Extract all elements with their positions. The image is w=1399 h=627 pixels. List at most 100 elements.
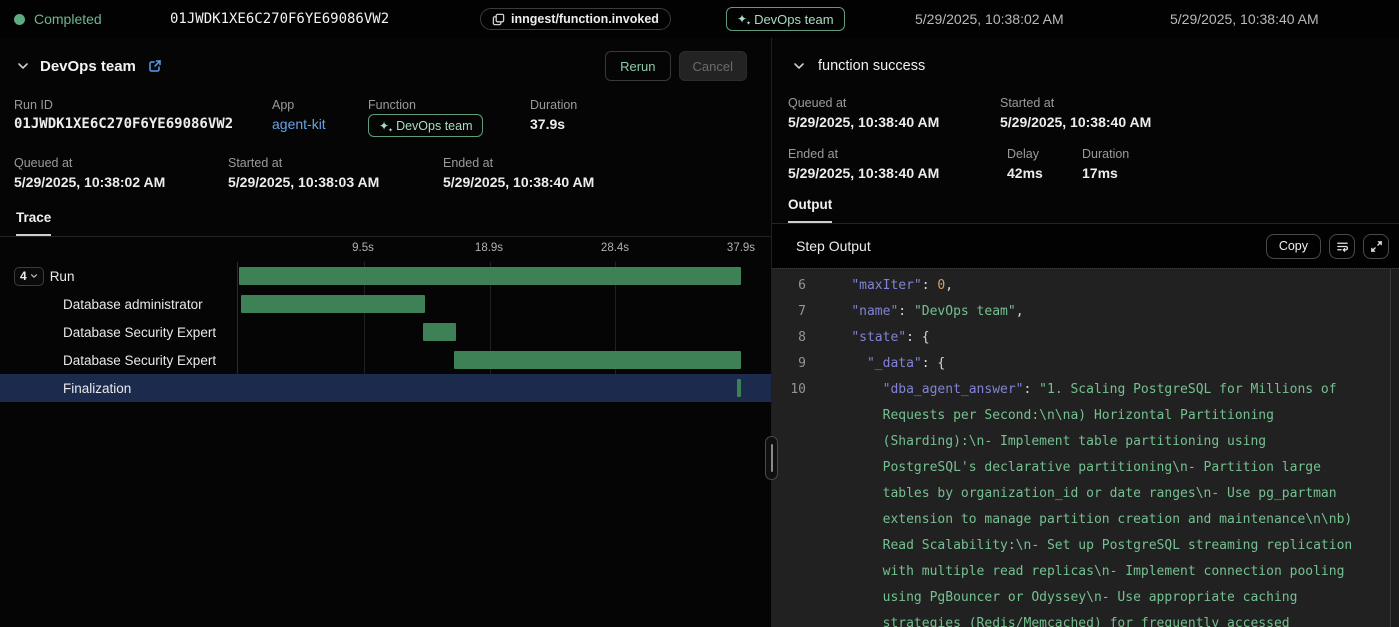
- trace-span-bar[interactable]: [241, 295, 425, 313]
- trace-row[interactable]: Database Security Expert: [0, 318, 771, 346]
- line-number: 8: [772, 325, 806, 351]
- trace-row[interactable]: Database administrator: [0, 290, 771, 318]
- trace-axis: 9.5s 18.9s 28.4s 37.9s: [0, 237, 771, 262]
- started-at-label: Started at: [1000, 96, 1151, 110]
- run-status-bar: Completed 01JWDK1XE6C270F6YE69086VW2 inn…: [0, 0, 1399, 38]
- code-line-content: "maxIter": 0,: [820, 273, 1375, 299]
- run-title: DevOps team: [40, 58, 136, 75]
- function-badge-label: DevOps team: [396, 119, 472, 133]
- code-line-content: "_data": {: [820, 351, 1375, 377]
- step-output-code[interactable]: 6 "maxIter": 0,7"name": "DevOps team",8 "s…: [772, 268, 1399, 627]
- chevron-down-icon[interactable]: [792, 59, 806, 73]
- trace-span-bar[interactable]: [423, 323, 456, 341]
- run-details-panel: DevOps team Rerun Cancel Run ID 01JWDK1X…: [0, 38, 772, 627]
- ended-at-label: Ended at: [443, 156, 594, 170]
- delay-label: Delay: [1007, 147, 1082, 161]
- copy-icon: [492, 13, 505, 26]
- external-link-icon[interactable]: [148, 59, 162, 73]
- duration-label: Duration: [530, 98, 577, 112]
- run-status-label: Completed: [34, 11, 102, 27]
- duration-label: Duration: [1082, 147, 1129, 161]
- ended-at-label: Ended at: [788, 147, 1007, 161]
- code-line: 7"name": "DevOps team",: [772, 299, 1399, 325]
- app-link[interactable]: agent-kit: [272, 116, 368, 132]
- tab-trace[interactable]: Trace: [16, 210, 51, 236]
- run-id-value: 01JWDK1XE6C270F6YE69086VW2: [14, 116, 272, 132]
- code-line: 8 "state": {: [772, 325, 1399, 351]
- line-number: 7: [772, 299, 806, 325]
- step-title: function success: [818, 58, 925, 74]
- axis-tick: 37.9s: [727, 242, 755, 254]
- started-at-label: Started at: [228, 156, 443, 170]
- trace-span-bar[interactable]: [454, 351, 741, 369]
- delay-value: 42ms: [1007, 165, 1082, 181]
- ended-at-value: 5/29/2025, 10:38:40 AM: [788, 165, 1007, 181]
- tab-output[interactable]: Output: [788, 197, 832, 223]
- step-details-panel: function success Queued at 5/29/2025, 10…: [772, 38, 1399, 627]
- trace-step-name: Database administrator: [63, 297, 203, 312]
- trace-row-label-area: Database administrator: [0, 297, 203, 312]
- trace-step-name: Database Security Expert: [63, 353, 216, 368]
- trace-step-name: Database Security Expert: [63, 325, 216, 340]
- word-wrap-icon: [1336, 240, 1349, 253]
- copy-button[interactable]: Copy: [1266, 234, 1321, 259]
- trace-step-name: Finalization: [63, 381, 131, 396]
- run-queued-timestamp: 5/29/2025, 10:38:02 AM: [915, 0, 1064, 38]
- function-badge-label: DevOps team: [754, 12, 833, 27]
- cancel-button[interactable]: Cancel: [679, 51, 747, 81]
- expand-button[interactable]: [1363, 234, 1389, 259]
- function-badge[interactable]: ✦ DevOps team: [368, 114, 483, 137]
- duration-value: 17ms: [1082, 165, 1129, 181]
- trace-row-label-area: Finalization: [0, 381, 131, 396]
- expand-icon: [1370, 240, 1383, 253]
- code-line: 6 "maxIter": 0,: [772, 273, 1399, 299]
- function-label: Function: [368, 98, 530, 112]
- line-number: 10: [772, 377, 806, 627]
- code-line-content: "state": {: [820, 325, 1375, 351]
- step-output-header: Step Output Copy: [772, 224, 1399, 268]
- code-line: 10"dba_agent_answer": "1. Scaling Postgr…: [772, 377, 1399, 627]
- trace-span-bar[interactable]: [239, 267, 741, 285]
- child-count: 4: [20, 269, 27, 283]
- sparkle-icon: ✦: [737, 13, 747, 25]
- trace-row-label-area: Database Security Expert: [0, 353, 216, 368]
- trace-timeline: 9.5s 18.9s 28.4s 37.9s 4 Run Database admi…: [0, 237, 771, 402]
- run-ended-timestamp: 5/29/2025, 10:38:40 AM: [1170, 0, 1319, 38]
- started-at-value: 5/29/2025, 10:38:03 AM: [228, 174, 443, 190]
- queued-at-label: Queued at: [788, 96, 1000, 110]
- axis-tick: 28.4s: [601, 242, 629, 254]
- started-at-value: 5/29/2025, 10:38:40 AM: [1000, 114, 1151, 130]
- ended-at-value: 5/29/2025, 10:38:40 AM: [443, 174, 594, 190]
- trace-row[interactable]: Database Security Expert: [0, 346, 771, 374]
- chevron-down-icon[interactable]: [16, 59, 30, 73]
- queued-at-value: 5/29/2025, 10:38:02 AM: [14, 174, 228, 190]
- trace-row-label-area: 4 Run: [0, 267, 74, 286]
- rerun-button[interactable]: Rerun: [605, 51, 670, 81]
- axis-tick: 18.9s: [475, 242, 503, 254]
- trace-row[interactable]: 4 Run: [0, 262, 771, 290]
- code-line-content: "dba_agent_answer": "1. Scaling PostgreS…: [820, 377, 1375, 627]
- trace-span-bar[interactable]: [737, 379, 741, 397]
- trace-row[interactable]: Finalization: [0, 374, 771, 402]
- trigger-event-badge[interactable]: inngest/function.invoked: [480, 8, 671, 30]
- step-output-title: Step Output: [796, 238, 871, 254]
- app-label: App: [272, 98, 368, 112]
- trace-tabs: Trace: [0, 209, 771, 237]
- child-count-dropdown[interactable]: 4: [14, 267, 44, 286]
- trace-rows: 4 Run Database administrator Database Secur…: [0, 262, 771, 402]
- output-tabs: Output: [772, 196, 1399, 224]
- code-line: 9"_data": {: [772, 351, 1399, 377]
- run-id-label: Run ID: [14, 98, 272, 112]
- status-dot-icon: [14, 14, 25, 25]
- queued-at-label: Queued at: [14, 156, 228, 170]
- line-number: 6: [772, 273, 806, 299]
- axis-tick: 9.5s: [352, 242, 374, 254]
- function-badge[interactable]: ✦ DevOps team: [726, 7, 845, 31]
- code-lines: 6 "maxIter": 0,7"name": "DevOps team",8 "s…: [772, 273, 1399, 627]
- sparkle-icon: ✦: [379, 120, 389, 132]
- trace-step-name: Run: [50, 269, 75, 284]
- queued-at-value: 5/29/2025, 10:38:40 AM: [788, 114, 1000, 130]
- panel-resize-handle[interactable]: [765, 436, 778, 480]
- word-wrap-button[interactable]: [1329, 234, 1355, 259]
- code-scrollbar[interactable]: [1390, 269, 1399, 627]
